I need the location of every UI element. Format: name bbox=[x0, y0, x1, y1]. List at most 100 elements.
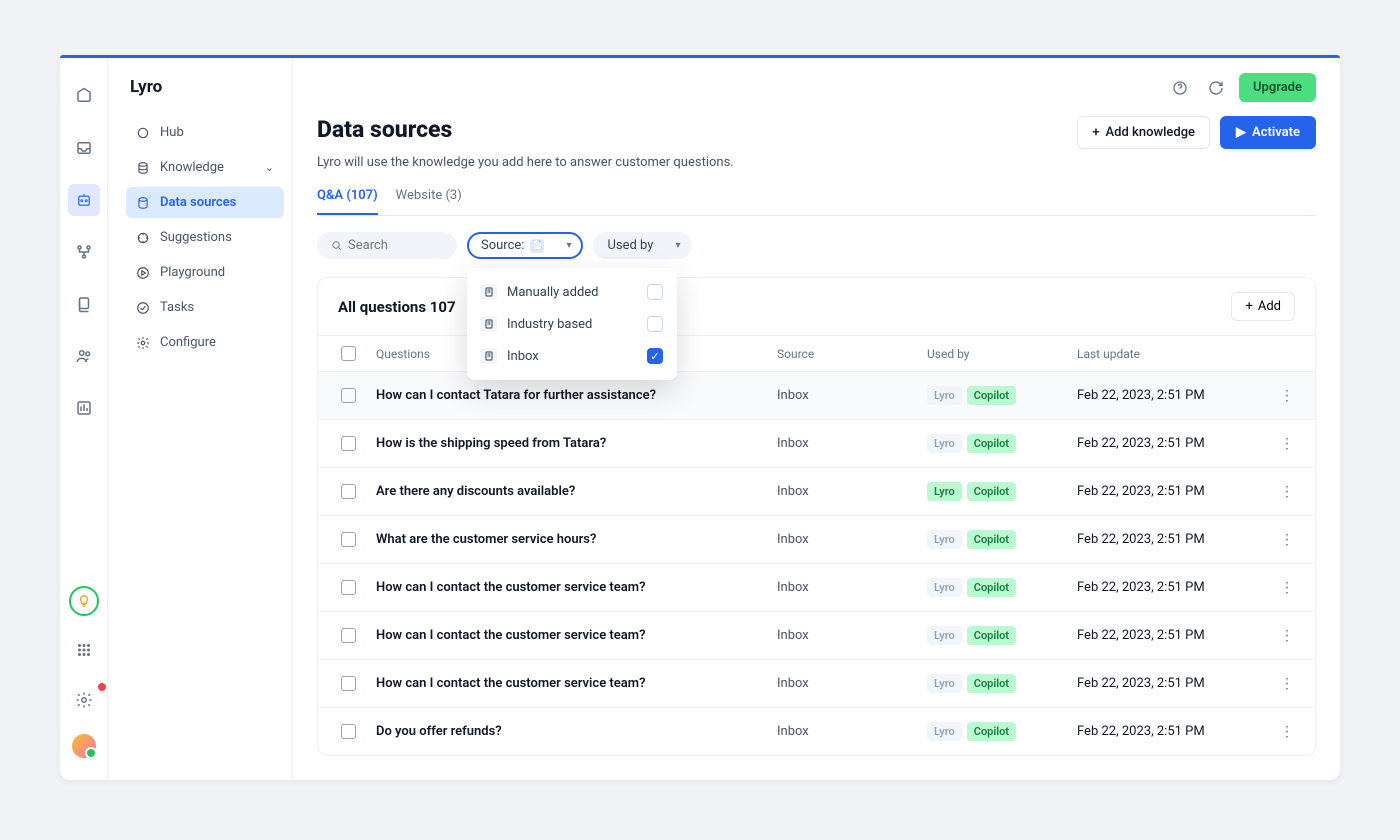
dropdown-item-inbox[interactable]: Inbox ✓ bbox=[467, 340, 677, 372]
sidebar-title: Lyro bbox=[126, 77, 284, 97]
table-row[interactable]: How can I contact the customer service t… bbox=[318, 611, 1315, 659]
question-text: Do you offer refunds? bbox=[370, 724, 777, 739]
row-checkbox[interactable] bbox=[341, 388, 356, 403]
question-text: How can I contact Tatara for further ass… bbox=[370, 388, 777, 403]
apps-icon[interactable] bbox=[68, 634, 100, 666]
more-icon[interactable]: ⋮ bbox=[1267, 532, 1307, 548]
settings-icon[interactable] bbox=[68, 684, 100, 716]
row-badges: Lyro Copilot bbox=[927, 674, 1077, 693]
nav-suggestions[interactable]: Suggestions bbox=[126, 222, 284, 253]
badge-copilot: Copilot bbox=[967, 386, 1016, 405]
row-checkbox[interactable] bbox=[341, 436, 356, 451]
table-row[interactable]: Are there any discounts available? Inbox… bbox=[318, 467, 1315, 515]
dropdown-item-manually[interactable]: Manually added bbox=[467, 276, 677, 308]
row-badges: Lyro Copilot bbox=[927, 482, 1077, 501]
badge-lyro: Lyro bbox=[927, 626, 962, 645]
badge-copilot: Copilot bbox=[967, 578, 1016, 597]
doc-icon bbox=[481, 348, 497, 364]
more-icon[interactable]: ⋮ bbox=[1267, 676, 1307, 692]
checkbox[interactable] bbox=[647, 316, 663, 332]
checkbox-checked[interactable]: ✓ bbox=[647, 348, 663, 364]
more-icon[interactable]: ⋮ bbox=[1267, 580, 1307, 596]
search-input-wrap[interactable] bbox=[317, 232, 457, 259]
row-checkbox[interactable] bbox=[341, 628, 356, 643]
badge-copilot: Copilot bbox=[967, 722, 1016, 741]
row-source: Inbox bbox=[777, 628, 927, 643]
more-icon[interactable]: ⋮ bbox=[1267, 484, 1307, 500]
select-all-checkbox[interactable] bbox=[341, 346, 356, 361]
table-row[interactable]: How can I contact the customer service t… bbox=[318, 563, 1315, 611]
question-text: Are there any discounts available? bbox=[370, 484, 777, 499]
row-checkbox[interactable] bbox=[341, 724, 356, 739]
rail-inbox-icon[interactable] bbox=[68, 132, 100, 164]
question-text: How is the shipping speed from Tatara? bbox=[370, 436, 777, 451]
row-date: Feb 22, 2023, 2:51 PM bbox=[1077, 388, 1267, 403]
plus-icon: + bbox=[1245, 299, 1252, 314]
row-date: Feb 22, 2023, 2:51 PM bbox=[1077, 484, 1267, 499]
play-fill-icon: ▶ bbox=[1236, 125, 1246, 140]
question-text: How can I contact the customer service t… bbox=[370, 628, 777, 643]
badge-lyro: Lyro bbox=[927, 674, 962, 693]
user-avatar[interactable] bbox=[72, 734, 96, 758]
more-icon[interactable]: ⋮ bbox=[1267, 388, 1307, 404]
checkbox[interactable] bbox=[647, 284, 663, 300]
nav-configure[interactable]: Configure bbox=[126, 327, 284, 358]
nav-data-sources[interactable]: Data sources bbox=[126, 187, 284, 218]
row-badges: Lyro Copilot bbox=[927, 722, 1077, 741]
filter-usedby[interactable]: Used by ▾ bbox=[593, 232, 692, 259]
doc-icon bbox=[481, 316, 497, 332]
add-question-button[interactable]: +Add bbox=[1231, 292, 1295, 321]
table-row[interactable]: Do you offer refunds? Inbox Lyro Copilot… bbox=[318, 707, 1315, 755]
question-text: How can I contact the customer service t… bbox=[370, 580, 777, 595]
nav-hub[interactable]: Hub bbox=[126, 117, 284, 148]
nav-playground[interactable]: Playground bbox=[126, 257, 284, 288]
play-icon bbox=[136, 266, 150, 280]
rail-library-icon[interactable] bbox=[68, 288, 100, 320]
row-source: Inbox bbox=[777, 676, 927, 691]
topbar: Upgrade bbox=[293, 73, 1340, 102]
circle-icon bbox=[136, 126, 150, 140]
rail-home-icon[interactable] bbox=[68, 80, 100, 112]
badge-copilot: Copilot bbox=[967, 530, 1016, 549]
bulb-icon[interactable] bbox=[69, 586, 99, 616]
more-icon[interactable]: ⋮ bbox=[1267, 724, 1307, 740]
nav-knowledge[interactable]: Knowledge bbox=[126, 152, 284, 183]
badge-lyro: Lyro bbox=[927, 482, 962, 501]
help-icon[interactable] bbox=[1167, 75, 1193, 101]
badge-copilot: Copilot bbox=[967, 434, 1016, 453]
table-row[interactable]: What are the customer service hours? Inb… bbox=[318, 515, 1315, 563]
badge-lyro: Lyro bbox=[927, 434, 962, 453]
tab-qa[interactable]: Q&A (107) bbox=[317, 188, 378, 215]
row-source: Inbox bbox=[777, 388, 927, 403]
rail-analytics-icon[interactable] bbox=[68, 392, 100, 424]
search-input[interactable] bbox=[348, 238, 443, 253]
row-checkbox[interactable] bbox=[341, 532, 356, 547]
filter-source[interactable]: Source: 📄 ▾ bbox=[467, 232, 583, 259]
nav-tasks[interactable]: Tasks bbox=[126, 292, 284, 323]
row-badges: Lyro Copilot bbox=[927, 530, 1077, 549]
page-subtitle: Lyro will use the knowledge you add here… bbox=[317, 155, 1316, 170]
dropdown-item-industry[interactable]: Industry based bbox=[467, 308, 677, 340]
refresh-icon[interactable] bbox=[1203, 75, 1229, 101]
upgrade-button[interactable]: Upgrade bbox=[1239, 73, 1316, 102]
table-row[interactable]: How can I contact the customer service t… bbox=[318, 659, 1315, 707]
target-icon bbox=[136, 231, 150, 245]
table-row[interactable]: How can I contact Tatara for further ass… bbox=[318, 371, 1315, 419]
chevron-down-icon: ▾ bbox=[675, 240, 680, 251]
row-source: Inbox bbox=[777, 532, 927, 547]
row-checkbox[interactable] bbox=[341, 676, 356, 691]
add-knowledge-button[interactable]: +Add knowledge bbox=[1077, 116, 1210, 149]
rail-flows-icon[interactable] bbox=[68, 236, 100, 268]
rail-contacts-icon[interactable] bbox=[68, 340, 100, 372]
activate-button[interactable]: ▶Activate bbox=[1220, 116, 1316, 149]
badge-copilot: Copilot bbox=[967, 674, 1016, 693]
filter-bar: Source: 📄 ▾ Used by ▾ Manually added bbox=[317, 232, 1316, 259]
tab-website[interactable]: Website (3) bbox=[396, 188, 462, 215]
row-checkbox[interactable] bbox=[341, 580, 356, 595]
icon-rail bbox=[60, 55, 108, 780]
more-icon[interactable]: ⋮ bbox=[1267, 628, 1307, 644]
table-row[interactable]: How is the shipping speed from Tatara? I… bbox=[318, 419, 1315, 467]
row-checkbox[interactable] bbox=[341, 484, 356, 499]
rail-bot-icon[interactable] bbox=[68, 184, 100, 216]
more-icon[interactable]: ⋮ bbox=[1267, 436, 1307, 452]
